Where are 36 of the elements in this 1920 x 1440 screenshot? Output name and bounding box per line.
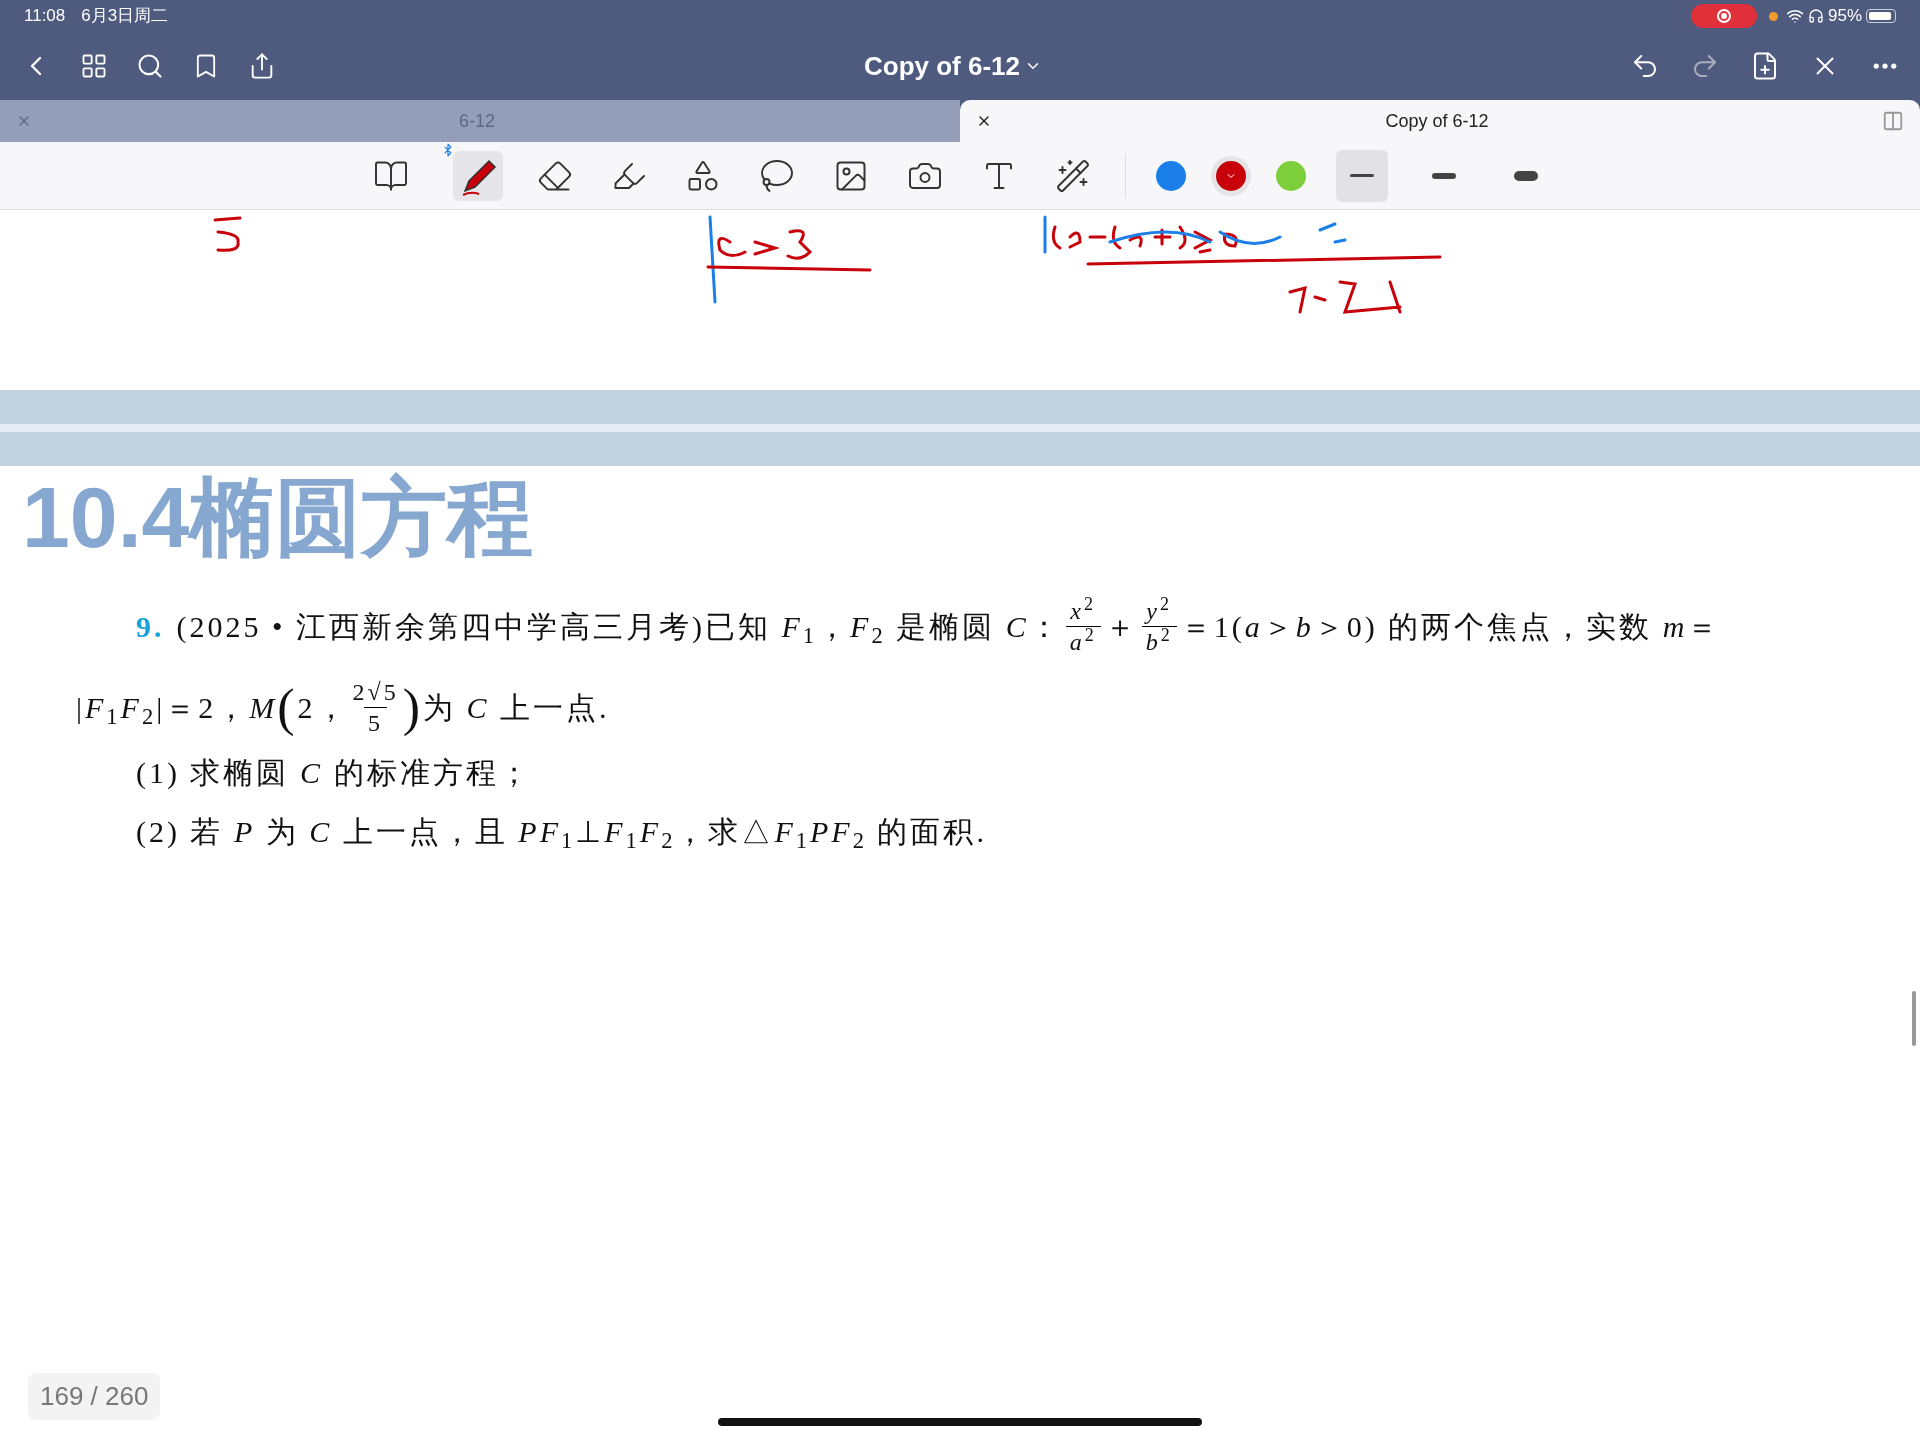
color-swatch[interactable]	[1275, 160, 1306, 191]
document-title[interactable]: Copy of 6-12	[864, 46, 1042, 86]
wifi-icon	[1785, 7, 1804, 25]
status-date: 6月3日周二	[81, 5, 169, 28]
sub-question: (1) 求椭圆 C 的标准方程；	[136, 756, 532, 789]
fraction: x$^{2}$ a$^{2}$	[1065, 596, 1101, 657]
problem-text: ＝1(a＞b＞0) 的两个焦点，实数 m＝	[1180, 609, 1721, 645]
sub-question: (2) 若 P 为 C 上一点，且 PF$_{1}$⊥F$_{1}$F$_{2}$，求△F$_{1}$PF$_{2}$ 的面积.	[136, 815, 987, 848]
search-icon[interactable]	[136, 52, 164, 80]
stroke-width-option[interactable]	[1335, 149, 1388, 202]
split-view-icon[interactable]	[1882, 110, 1904, 132]
problem-text: 2，	[297, 690, 349, 726]
problem-text: (2025 • 江西新余第四中学高三月考)已知 F$_{1}$，F$_{2}$ 是椭圆 C：	[176, 609, 1062, 649]
problem-text: ＋	[1104, 609, 1138, 645]
tab-label: Copy of 6-12	[1384, 109, 1490, 133]
lasso-icon	[758, 157, 795, 194]
status-time: 11:08	[24, 5, 66, 28]
battery-percent: 95%	[1827, 5, 1862, 28]
grid-icon[interactable]	[80, 52, 108, 80]
scroll-indicator	[1912, 991, 1916, 1046]
pen-tool[interactable]	[452, 150, 503, 201]
fraction: y$^{2}$ b$^{2}$	[1141, 596, 1177, 657]
tab-label: 6-12	[458, 109, 496, 133]
laser-pointer-icon	[1054, 157, 1091, 194]
document-tab[interactable]: Copy of 6-12	[960, 100, 1920, 142]
color-swatch[interactable]	[1155, 160, 1186, 191]
page-counter: 169 / 260	[28, 1373, 161, 1420]
bracket: )	[402, 681, 423, 734]
question-number: 9.	[136, 609, 165, 645]
problem-text: |F$_{1}$F$_{2}$|＝2，M	[76, 690, 278, 730]
fraction: 2√5 5	[352, 678, 399, 738]
battery-icon	[1866, 9, 1896, 23]
problem-text: 为 C 上一点.	[423, 690, 610, 726]
headphones-icon	[1807, 8, 1824, 24]
bracket: (	[277, 681, 298, 734]
section-heading: 10.4椭圆方程	[21, 474, 535, 560]
